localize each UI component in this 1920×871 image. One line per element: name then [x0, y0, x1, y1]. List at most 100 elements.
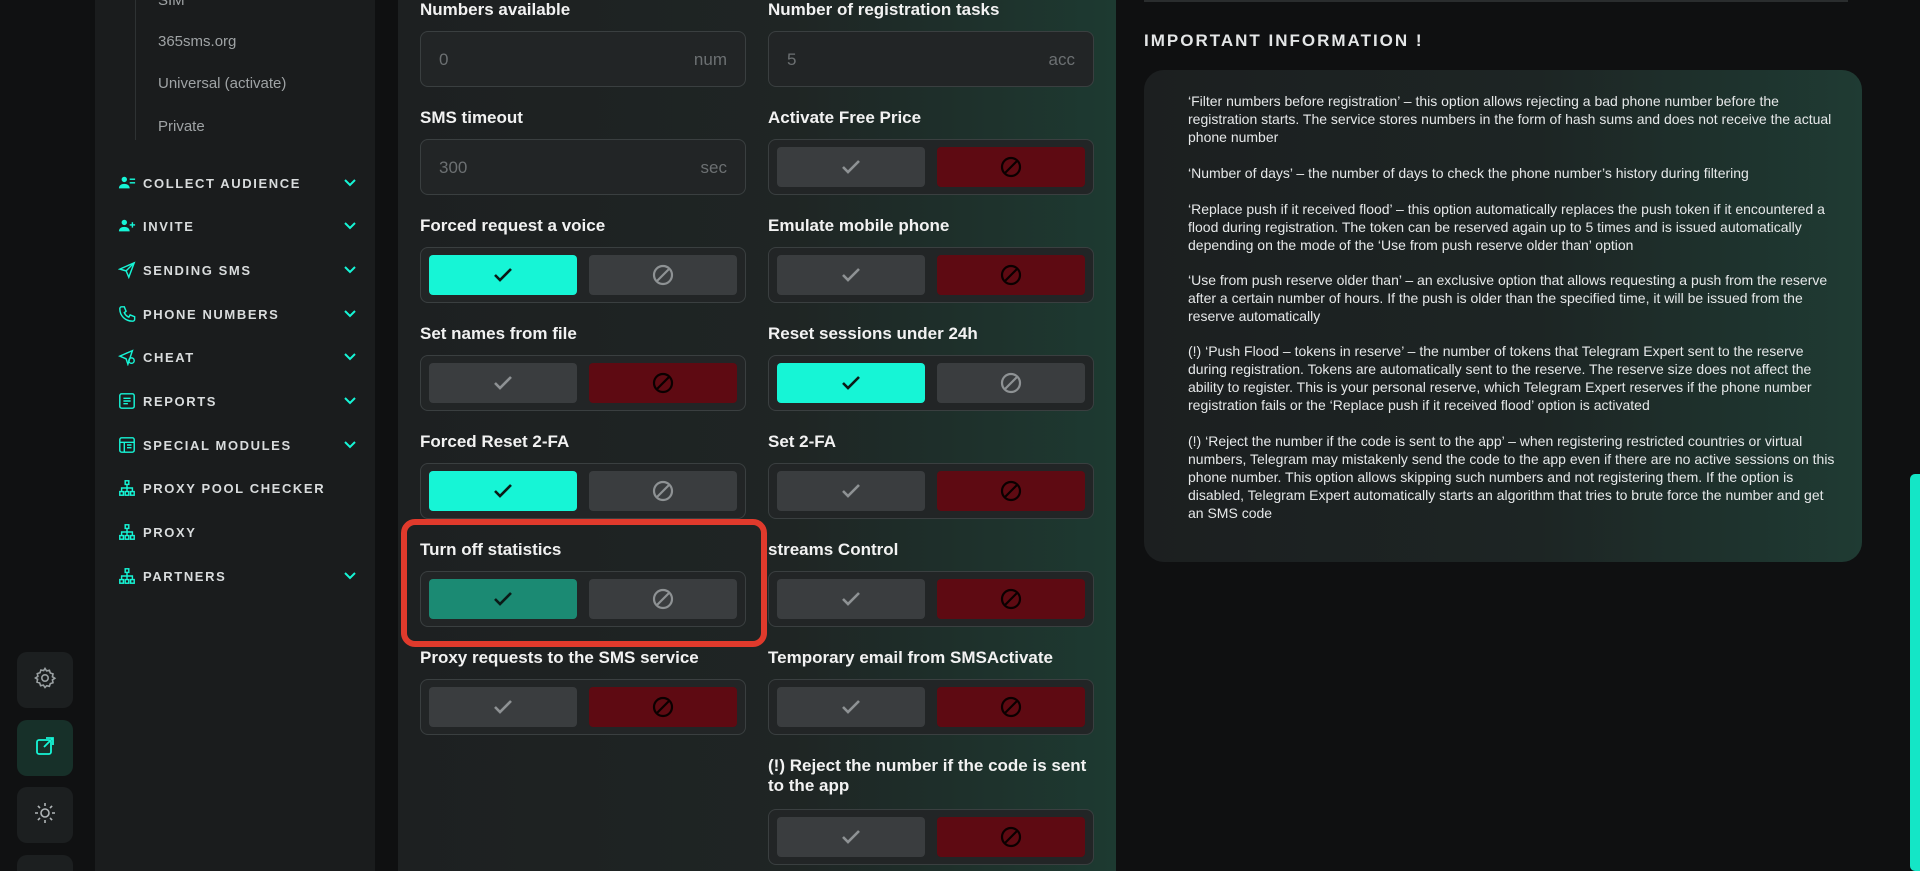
nav-cheat[interactable]: CHEAT — [117, 344, 357, 370]
check-icon — [838, 586, 864, 612]
chevron-down-icon — [344, 179, 356, 187]
field-label: Set 2-FA — [768, 432, 837, 451]
more-button[interactable] — [17, 855, 73, 871]
nav-label: COLLECT AUDIENCE — [143, 175, 302, 191]
check-icon — [838, 478, 864, 504]
disable-button[interactable] — [937, 363, 1085, 403]
nav-label: PARTNERS — [143, 568, 227, 584]
disable-button[interactable] — [937, 255, 1085, 295]
forced-request-a-voice-field: Forced request a voice — [420, 216, 750, 236]
enable-button[interactable] — [777, 147, 925, 187]
registration-tasks-field: Number of registration tasks — [768, 0, 999, 20]
enable-button[interactable] — [429, 471, 577, 511]
disable-button[interactable] — [589, 363, 737, 403]
nav-collect-audience[interactable]: COLLECT AUDIENCE — [117, 170, 357, 196]
submenu-item[interactable]: Universal (activate) — [136, 75, 356, 92]
info-card: ‘Filter numbers before registration’ – t… — [1144, 70, 1862, 562]
send-icon — [117, 260, 137, 280]
submenu-item[interactable]: SIM — [136, 0, 356, 9]
block-icon — [998, 478, 1024, 504]
enable-button[interactable] — [429, 363, 577, 403]
disable-button[interactable] — [937, 147, 1085, 187]
numbers-available-field: Numbers available — [420, 0, 570, 20]
reject-the-number-if-the-code-is-sent-to-the-app-field: (!) Reject the number if the code is sen… — [768, 756, 1098, 796]
settings-button[interactable] — [17, 652, 73, 708]
nav-special-modules[interactable]: SPECIAL MODULES — [117, 432, 357, 458]
info-paragraph: ‘Use from push reserve older than’ – an … — [1188, 272, 1828, 324]
chevron-down-icon — [344, 441, 356, 449]
network-icon — [117, 478, 137, 498]
disable-button[interactable] — [937, 817, 1085, 857]
check-icon — [838, 262, 864, 288]
proxy-requests-to-the-sms-service-toggle — [420, 679, 746, 735]
nav-proxy-pool-checker[interactable]: PROXY POOL CHECKER — [117, 475, 357, 501]
block-icon — [650, 478, 676, 504]
input-unit: acc — [1048, 50, 1075, 69]
streams-control-toggle — [768, 571, 1094, 627]
chevron-down-icon — [344, 222, 356, 230]
network-icon — [117, 522, 137, 542]
field-label: Numbers available — [420, 0, 571, 19]
network-icon — [117, 566, 137, 586]
chevron-down-icon — [344, 266, 356, 274]
disable-button[interactable] — [589, 255, 737, 295]
block-icon — [998, 154, 1024, 180]
enable-button[interactable] — [777, 579, 925, 619]
numbers-available-input[interactable]: 0 num — [420, 31, 746, 87]
info-heading: IMPORTANT INFORMATION ! — [1144, 31, 1424, 50]
info-paragraph: (!) ‘Push Flood – tokens in reserve’ – t… — [1188, 343, 1812, 413]
modules-icon — [117, 435, 137, 455]
settings-icon — [33, 666, 57, 695]
temporary-email-from-smsactivate-field: Temporary email from SMSActivate — [768, 648, 1098, 668]
enable-button[interactable] — [777, 363, 925, 403]
info-paragraph: ‘Replace push if it received flood’ – th… — [1188, 201, 1825, 253]
reset-sessions-under-24h-field: Reset sessions under 24h — [768, 324, 1098, 344]
disable-button[interactable] — [937, 471, 1085, 511]
registration-tasks-input[interactable]: 5 acc — [768, 31, 1094, 87]
submenu-item[interactable]: Private — [136, 118, 356, 135]
disable-button[interactable] — [589, 471, 737, 511]
theme-toggle-button[interactable] — [17, 787, 73, 843]
disable-button[interactable] — [589, 687, 737, 727]
sms-timeout-input[interactable]: 300 sec — [420, 139, 746, 195]
chevron-down-icon — [344, 310, 356, 318]
enable-button[interactable] — [429, 687, 577, 727]
field-label: streams Control — [768, 540, 899, 559]
nav-invite[interactable]: INVITE — [117, 213, 357, 239]
field-label: Forced request a voice — [420, 216, 606, 235]
chevron-down-icon — [344, 397, 356, 405]
field-label: SMS timeout — [420, 108, 523, 127]
nav-sending-sms[interactable]: SENDING SMS — [117, 257, 357, 283]
nav-reports[interactable]: REPORTS — [117, 388, 357, 414]
external-link-button[interactable] — [17, 720, 73, 776]
nav-phone-numbers[interactable]: PHONE NUMBERS — [117, 301, 357, 327]
disable-button[interactable] — [937, 579, 1085, 619]
top-divider — [1144, 0, 1848, 2]
scrollbar[interactable] — [1910, 474, 1920, 871]
nav-label: PROXY — [143, 524, 197, 540]
cheat-icon — [117, 347, 137, 367]
enable-button[interactable] — [777, 471, 925, 511]
enable-button[interactable] — [429, 255, 577, 295]
nav-partners[interactable]: PARTNERS — [117, 563, 357, 589]
enable-button[interactable] — [777, 255, 925, 295]
input-value: 300 — [439, 158, 468, 177]
check-icon — [490, 370, 516, 396]
users-icon — [117, 173, 137, 193]
field-label: Set names from file — [420, 324, 577, 343]
forced-reset-2-fa-field: Forced Reset 2-FA — [420, 432, 750, 452]
block-icon — [650, 262, 676, 288]
chevron-down-icon — [344, 572, 356, 580]
activate-free-price-field: Activate Free Price — [768, 108, 1098, 128]
forced-request-a-voice-toggle — [420, 247, 746, 303]
set-2-fa-toggle — [768, 463, 1094, 519]
disable-button[interactable] — [937, 687, 1085, 727]
check-icon — [838, 824, 864, 850]
field-label: Activate Free Price — [768, 108, 922, 127]
submenu-item[interactable]: 365sms.org — [136, 33, 356, 50]
enable-button[interactable] — [777, 687, 925, 727]
reset-sessions-under-24h-toggle — [768, 355, 1094, 411]
external-link-icon — [33, 734, 57, 763]
nav-proxy[interactable]: PROXY — [117, 519, 357, 545]
enable-button[interactable] — [777, 817, 925, 857]
